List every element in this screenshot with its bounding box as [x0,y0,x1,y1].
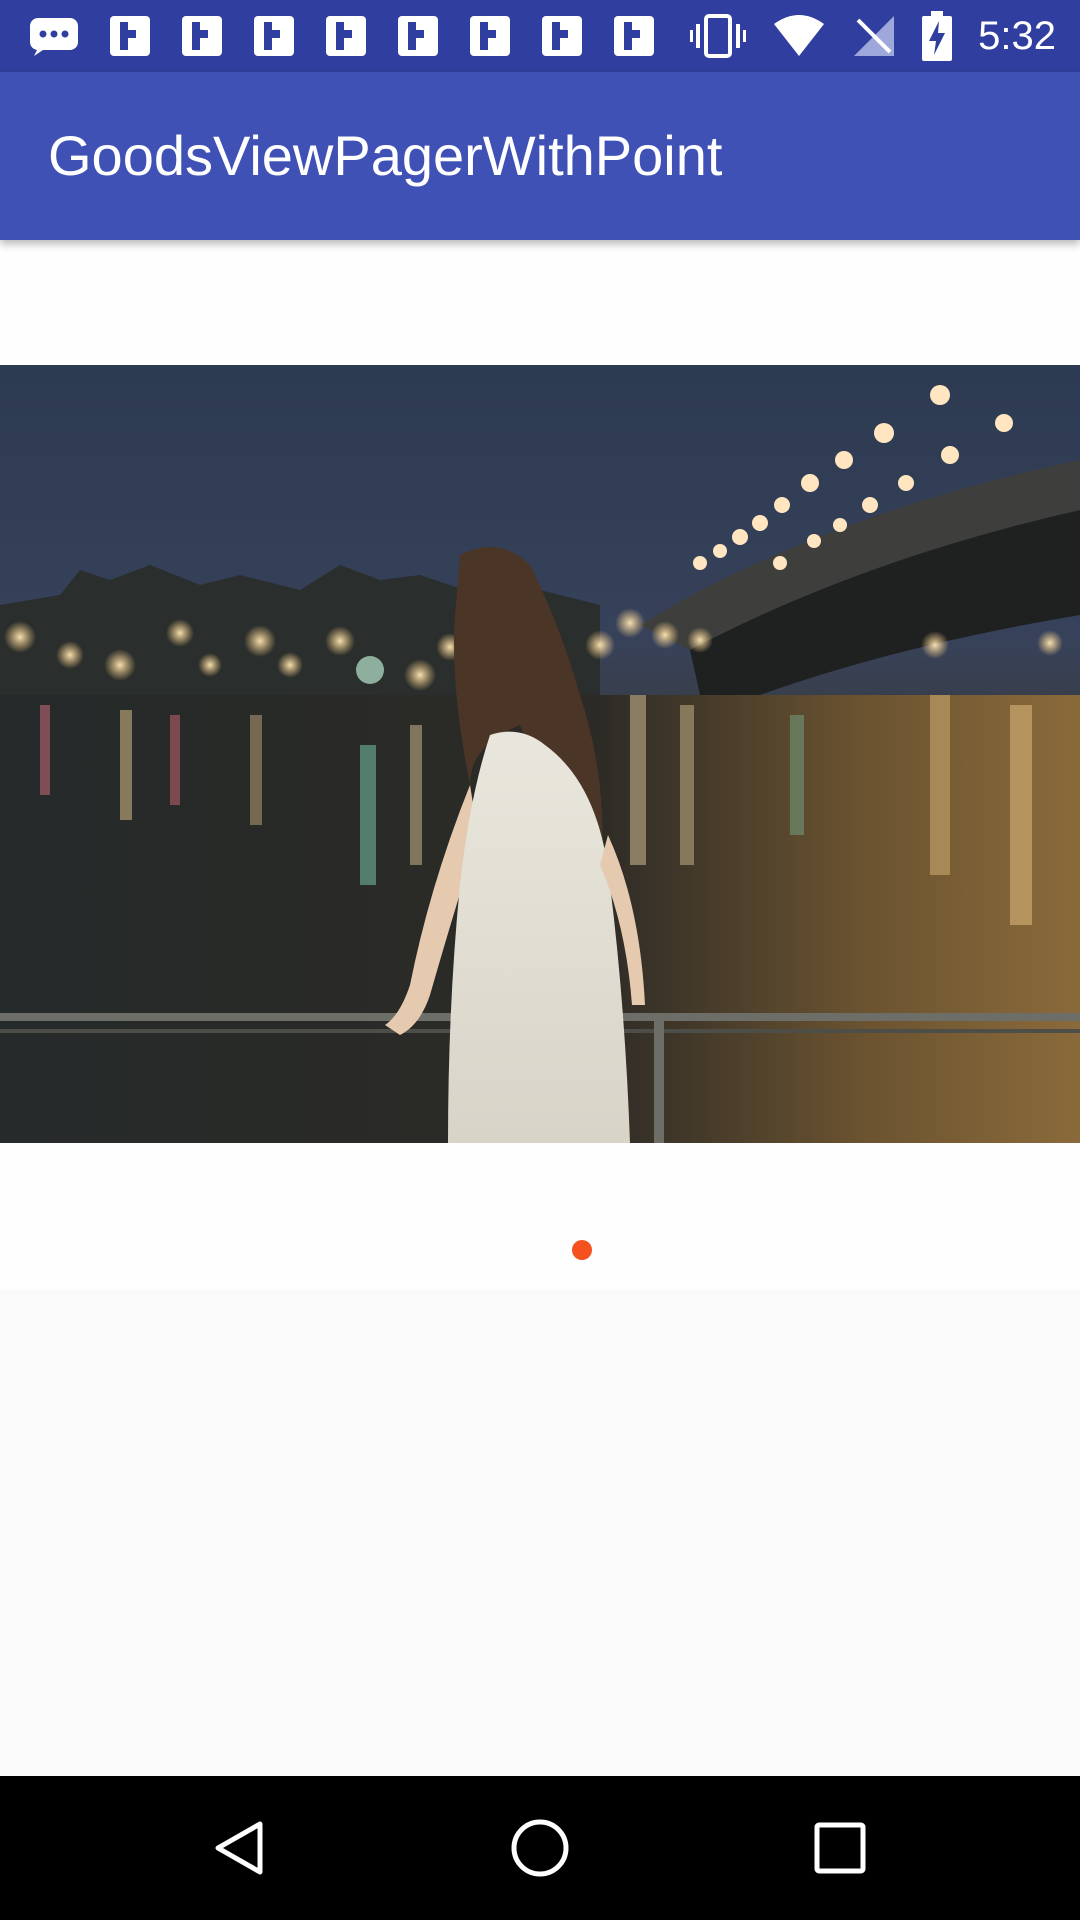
system-icons: 5:32 [664,10,1056,62]
flipboard-icon [324,14,368,58]
goods-view-pager[interactable] [0,240,1080,1290]
home-icon [511,1819,569,1877]
app-title: GoodsViewPagerWithPoint [48,124,723,187]
home-button[interactable] [504,1812,576,1884]
back-icon [215,1821,263,1875]
chat-icon [28,16,80,56]
wifi-icon [772,14,826,58]
flipboard-icon [180,14,224,58]
flipboard-icon [108,14,152,58]
page-indicator-dot [572,1240,592,1260]
flipboard-icon [612,14,656,58]
status-time: 5:32 [978,13,1056,58]
vibrate-icon [690,12,747,60]
recents-button[interactable] [804,1812,876,1884]
notification-icons [28,14,684,58]
navigation-bar [0,1776,1080,1920]
app-bar: GoodsViewPagerWithPoint [0,72,1080,240]
flipboard-icon [252,14,296,58]
status-bar: 5:32 [0,0,1080,72]
battery-charging-icon [922,11,953,61]
no-signal-icon [852,14,896,58]
flipboard-icon [396,14,440,58]
pager-image[interactable] [0,365,1080,1143]
flipboard-icon [468,14,512,58]
back-button[interactable] [204,1812,276,1884]
recents-icon [814,1822,866,1874]
flipboard-icon [540,14,584,58]
